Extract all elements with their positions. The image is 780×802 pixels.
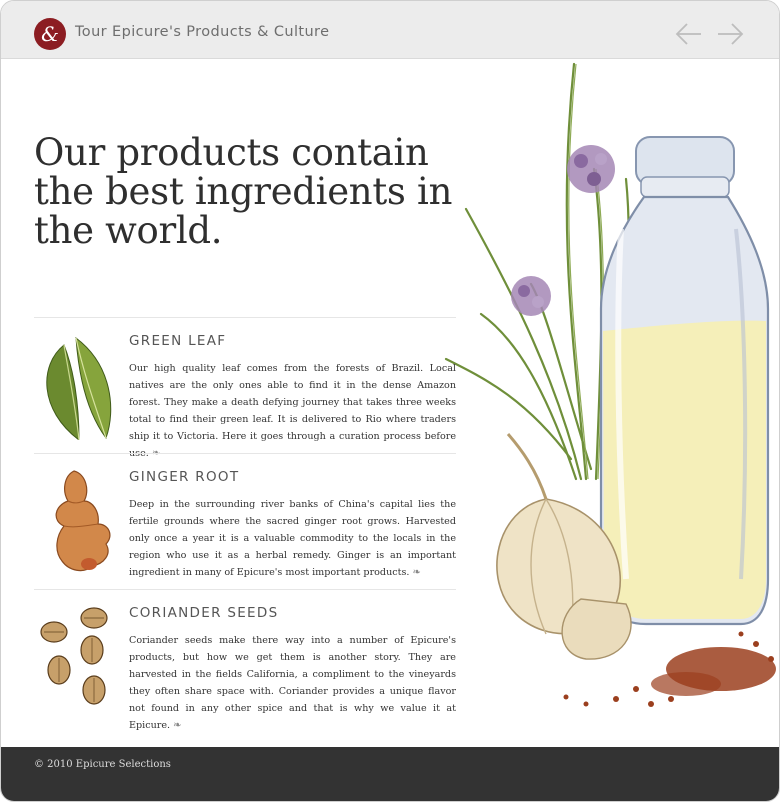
product-description: Coriander seeds make there way into a nu… — [129, 635, 456, 731]
green-leaf-illustration — [46, 336, 112, 440]
arrow-right-icon[interactable] — [715, 19, 745, 49]
fleuron-ornament: ❧ — [173, 720, 182, 731]
epicure-logo[interactable]: & — [34, 18, 66, 50]
header-title: Tour Epicure's Products & Culture — [75, 24, 330, 40]
product-description: Deep in the surrounding river banks of C… — [129, 499, 456, 578]
copyright-text: © 2010 Epicure Selections — [34, 759, 171, 770]
product-item-coriander-seeds: Coriander Seeds Coriander seeds make the… — [34, 589, 456, 731]
page-headline: Our products contain the best ingredient… — [34, 131, 453, 252]
coriander-seeds-illustration — [40, 607, 108, 705]
bottle-and-herbs-illustration — [444, 62, 776, 707]
product-list: Green Leaf Our high quality leaf comes f… — [34, 317, 456, 731]
product-name: Ginger Root — [129, 469, 240, 485]
fleuron-ornament: ❧ — [412, 567, 421, 578]
header-bar: & Tour Epicure's Products & Culture — [1, 1, 779, 59]
product-name: Coriander Seeds — [129, 605, 279, 621]
page-frame: & Tour Epicure's Products & Culture Our … — [0, 0, 780, 802]
arrow-left-icon[interactable] — [674, 19, 704, 49]
logo-letter: & — [41, 22, 59, 46]
product-name: Green Leaf — [129, 333, 227, 349]
ginger-root-illustration — [55, 470, 111, 572]
product-item-green-leaf: Green Leaf Our high quality leaf comes f… — [34, 317, 456, 459]
product-description: Our high quality leaf comes from the for… — [129, 363, 456, 459]
footer-bar: © 2010 Epicure Selections — [1, 747, 779, 801]
product-item-ginger-root: Ginger Root Deep in the surrounding rive… — [34, 453, 456, 589]
